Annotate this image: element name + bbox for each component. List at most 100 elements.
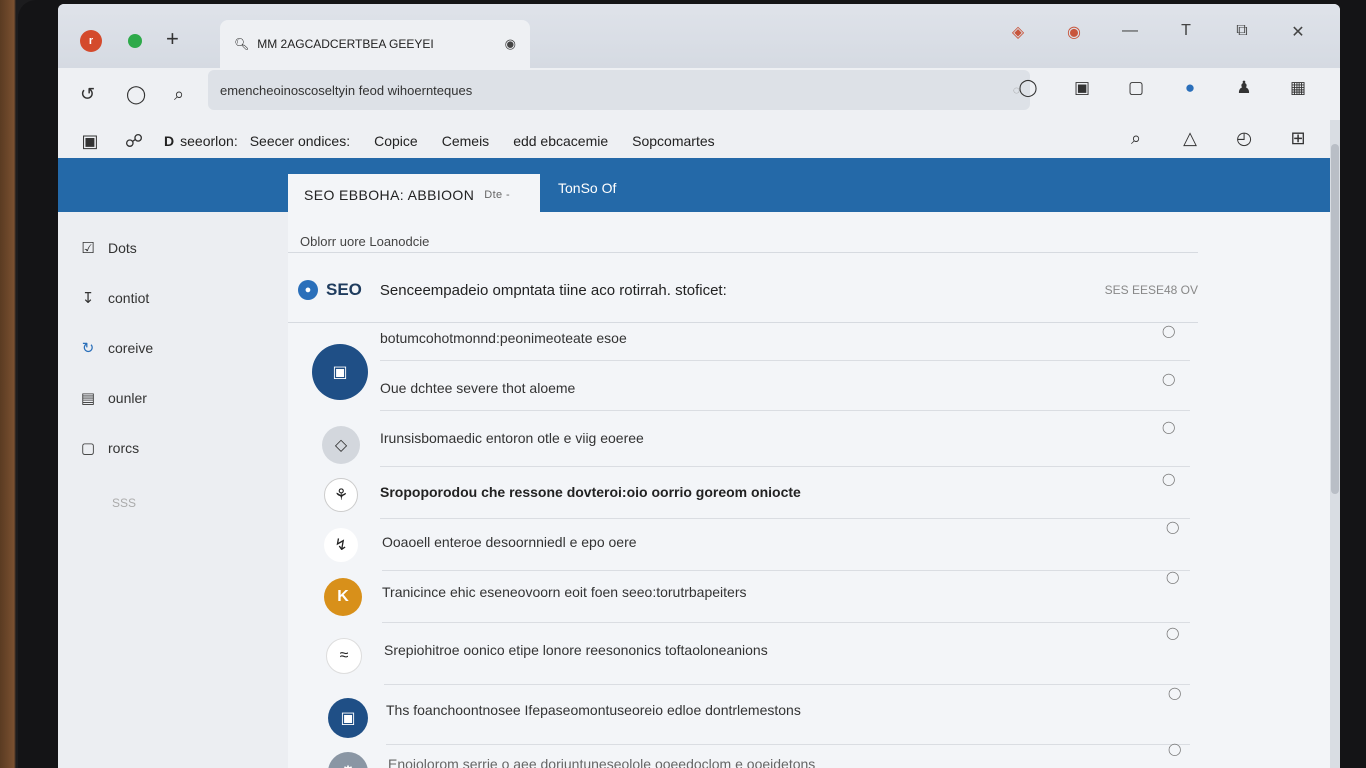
- row-primary: Ths foanchoontnosee Ifepaseomontuseoreio…: [386, 702, 801, 718]
- list-item[interactable]: ◇ Irunsisbomaedic entoron otle e viig eo…: [288, 420, 1198, 470]
- menu-item-0[interactable]: seeorlon:: [180, 133, 238, 149]
- restore-icon[interactable]: ⧉: [1230, 22, 1254, 42]
- row-secondary: Oue dchtee severe thot aloeme: [380, 380, 576, 396]
- new-tab-button[interactable]: +: [166, 26, 179, 52]
- divider: [380, 410, 1190, 411]
- list-item[interactable]: ↯ Ooaoell enteroe desoornniedl e epo oer…: [288, 520, 1198, 572]
- tab-seo-active[interactable]: SEO EBBOHA: ABBIOON Dte -: [288, 174, 540, 216]
- divider: [386, 744, 1190, 745]
- zoom-icon[interactable]: ⌕: [1124, 128, 1148, 149]
- headphones-icon[interactable]: ☍: [122, 131, 146, 152]
- tab-label: SEO EBBOHA: ABBIOON: [304, 187, 475, 203]
- address-url: emencheoinoscoseltyin feod wihoernteques: [220, 82, 473, 98]
- tab-close-icon[interactable]: ◉: [505, 36, 516, 52]
- title-bar: r + 🔍︎ MM 2AGCADCERTBEA GEEYEI ◉ ◈ ◉ — T…: [58, 4, 1340, 68]
- gear-icon: ⚙: [328, 752, 368, 768]
- back-icon[interactable]: ↺: [80, 84, 95, 105]
- row-action-icon[interactable]: ◯: [1162, 324, 1175, 338]
- tab-secondary[interactable]: TonSo Of: [558, 180, 616, 196]
- list-item[interactable]: K Tranicince ehic eseneovoorn eoit foen …: [288, 570, 1198, 626]
- sidebar-item-ounler[interactable]: ▤ ounler: [78, 388, 147, 408]
- divider: [382, 622, 1190, 623]
- square-icon: ▢: [80, 440, 96, 457]
- menu-item-4[interactable]: edd ebcacemie: [513, 133, 608, 149]
- divider: [382, 570, 1190, 571]
- divider: [380, 360, 1190, 361]
- browser-window: r + 🔍︎ MM 2AGCADCERTBEA GEEYEI ◉ ◈ ◉ — T…: [58, 4, 1340, 768]
- feed-header: ● SEO Senceempadeio ompntata tiine aco r…: [298, 280, 1198, 300]
- sidebar-item-label: rorcs: [108, 440, 140, 456]
- row-primary: botumcohotmonnd:peonimeoteate esoe: [380, 330, 627, 346]
- list-item[interactable]: ≈ Srepiohitroe oonico etipe lonore reeso…: [288, 626, 1198, 686]
- address-row: ↺ ◯ ⌕ emencheoinoscoseltyin feod wihoern…: [58, 68, 1340, 120]
- row-action-icon[interactable]: ◯: [1168, 742, 1181, 756]
- list-item[interactable]: ⚘ Sropoporodou che ressone dovteroi:oio …: [288, 472, 1198, 522]
- row-action-icon[interactable]: ◯: [1166, 570, 1179, 584]
- row-action-icon[interactable]: ◯: [1162, 372, 1175, 386]
- sidebar: ☑ Dots ↧ contiot ↻ coreive ▤ ounler ▢ ro…: [58, 212, 288, 768]
- upload-icon[interactable]: △: [1178, 128, 1202, 149]
- divider: [380, 466, 1190, 467]
- menu-bar: ▣ ☍ D seeorlon: Seecer ondices: Copice C…: [58, 120, 1340, 162]
- close-icon[interactable]: ✕: [1286, 22, 1310, 42]
- address-bar[interactable]: emencheoinoscoseltyin feod wihoernteques…: [208, 70, 1030, 110]
- row-action-icon[interactable]: ◯: [1166, 520, 1179, 534]
- row-primary: Tranicince ehic eseneovoorn eoit foen se…: [382, 584, 747, 600]
- divider: [288, 252, 1198, 253]
- maximize-window-button[interactable]: [128, 34, 142, 48]
- info-icon: ●: [298, 280, 318, 300]
- feed-tag: SEO: [326, 280, 362, 299]
- header-band: [58, 158, 1330, 212]
- globe-icon[interactable]: ●: [1178, 78, 1202, 98]
- sidebar-item-label: ounler: [108, 390, 147, 406]
- extension-icon[interactable]: ◈: [1006, 22, 1030, 42]
- row-primary: Enoiolorom serrie o aee doriuntuneseolol…: [388, 756, 816, 768]
- feed-title: Senceempadeio ompntata tiine aco rotirra…: [379, 281, 727, 299]
- feed-meta: SES EESE48 OV: [1104, 283, 1198, 297]
- timer-icon[interactable]: ◴: [1232, 128, 1256, 149]
- download-icon: ↧: [81, 290, 95, 307]
- sidebar-toggle-icon[interactable]: ▣: [78, 131, 102, 152]
- scrollbar-thumb[interactable]: [1331, 144, 1339, 494]
- row-primary: Sropoporodou che ressone dovteroi:oio oo…: [380, 484, 801, 500]
- close-window-button[interactable]: r: [80, 30, 102, 52]
- list-item[interactable]: ▣ Ths foanchoontnosee Ifepaseomontuseore…: [288, 686, 1198, 748]
- divider: [380, 518, 1190, 519]
- calendar-icon[interactable]: ▣: [1070, 78, 1094, 98]
- checkbox-icon: ☑: [81, 240, 95, 257]
- browser-tab[interactable]: 🔍︎ MM 2AGCADCERTBEA GEEYEI ◉: [220, 20, 530, 68]
- menu-item-1[interactable]: Seecer ondices:: [250, 133, 350, 149]
- row-action-icon[interactable]: ◯: [1162, 472, 1175, 486]
- list-item[interactable]: ▣ botumcohotmonnd:peonimeoteate esoe Oue…: [288, 324, 1198, 411]
- list-item[interactable]: ⚙ Enoiolorom serrie o aee doriuntuneseol…: [288, 742, 1198, 768]
- letter-icon: K: [324, 578, 362, 616]
- screenshot-icon[interactable]: ▢: [1124, 78, 1148, 98]
- wave-icon: ≈: [326, 638, 362, 674]
- window-icon: ▤: [80, 390, 96, 407]
- row-action-icon[interactable]: ◯: [1162, 420, 1175, 434]
- bolt-icon: ↯: [324, 528, 358, 562]
- sidebar-item-label: contiot: [108, 290, 150, 306]
- row-action-icon[interactable]: ◯: [1166, 626, 1179, 640]
- tab-suffix: Dte -: [484, 189, 511, 201]
- menu-item-5[interactable]: Sopcomartes: [632, 133, 714, 149]
- text-icon[interactable]: T: [1174, 22, 1198, 42]
- people-icon[interactable]: ♟: [1232, 78, 1256, 98]
- sidebar-item-rorcs[interactable]: ▢ rorcs: [78, 438, 139, 458]
- add-box-icon[interactable]: ⊞: [1286, 128, 1310, 149]
- sidebar-item-coreive[interactable]: ↻ coreive: [78, 338, 153, 358]
- search-icon[interactable]: ⌕: [174, 84, 184, 105]
- menu-item-3[interactable]: Cemeis: [442, 133, 489, 149]
- shield-icon[interactable]: ◯: [1016, 78, 1040, 98]
- refresh-icon: ↻: [81, 340, 95, 357]
- row-primary: Srepiohitroe oonico etipe lonore reesono…: [384, 642, 768, 658]
- row-action-icon[interactable]: ◯: [1168, 686, 1181, 700]
- profile-icon[interactable]: ◉: [1062, 22, 1086, 42]
- sidebar-item-contiot[interactable]: ↧ contiot: [78, 288, 150, 308]
- search-icon: 🔍︎: [234, 37, 250, 51]
- settings-sliders-icon[interactable]: ▦: [1286, 78, 1310, 98]
- minimize-icon[interactable]: —: [1118, 22, 1142, 42]
- menu-item-2[interactable]: Copice: [374, 133, 418, 149]
- reload-icon[interactable]: ◯: [126, 84, 146, 105]
- sidebar-item-dots[interactable]: ☑ Dots: [78, 238, 137, 258]
